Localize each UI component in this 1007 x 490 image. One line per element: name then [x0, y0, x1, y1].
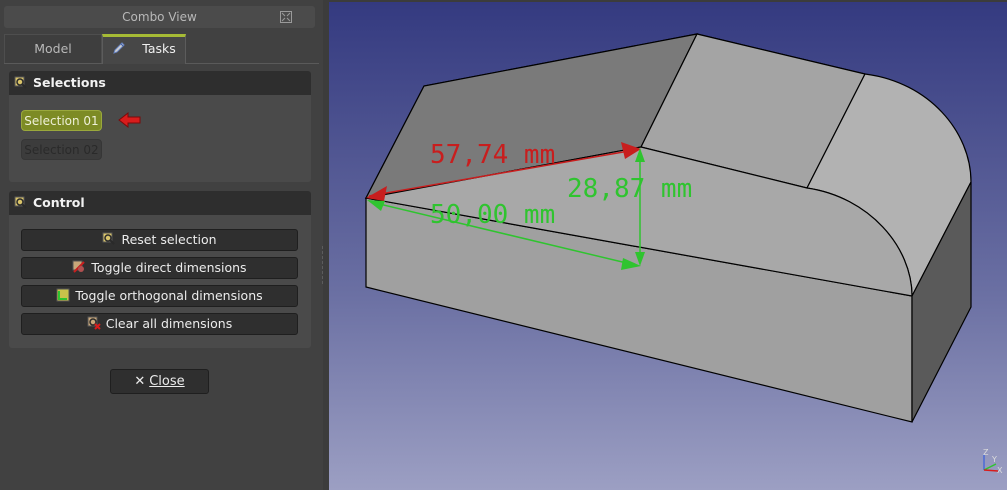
toggle-direct-icon — [72, 260, 86, 273]
toggle-direct-dimensions-button[interactable]: Toggle direct dimensions — [21, 257, 298, 279]
axis-z-label: Z — [983, 448, 989, 457]
toggle-orthogonal-dimensions-button[interactable]: Toggle orthogonal dimensions — [21, 285, 298, 307]
close-x-icon: ✕ — [134, 374, 146, 389]
clear-all-dimensions-button[interactable]: Clear all dimensions — [21, 313, 298, 335]
arrow-left-icon — [118, 112, 141, 128]
clear-dimensions-icon — [87, 316, 101, 330]
dimension-label-vertical: 28,87 mm — [567, 174, 692, 204]
selections-panel: Selections Selection 01 Selection 02 — [9, 71, 311, 182]
selection-01-button[interactable]: Selection 01 — [21, 110, 102, 131]
combo-view-panel: Combo View Model Tasks Selections Select… — [0, 0, 323, 490]
3d-scene: 57,74 mm 28,87 mm 50,00 mm Z Y X — [364, 33, 1003, 475]
pencil-icon — [113, 42, 125, 54]
tab-model[interactable]: Model — [4, 34, 102, 63]
control-title: Control — [33, 195, 85, 210]
dimension-label-horizontal: 50,00 mm — [430, 200, 555, 230]
axis-y-label: Y — [991, 455, 997, 464]
tab-bar: Model Tasks — [4, 34, 319, 64]
combo-view-title: Combo View — [122, 10, 197, 24]
axis-cross-icon: Z Y X — [983, 448, 1003, 475]
panel-splitter[interactable] — [322, 246, 324, 284]
measure-icon — [14, 76, 27, 89]
close-button[interactable]: ✕ Close — [110, 369, 209, 394]
selection-02-button[interactable]: Selection 02 — [21, 139, 102, 160]
3d-viewport[interactable]: 57,74 mm 28,87 mm 50,00 mm Z Y X — [329, 2, 1007, 490]
axis-x-label: X — [997, 466, 1003, 475]
reset-selection-label: Reset selection — [121, 232, 217, 247]
control-panel: Control Reset selection Toggle direct di… — [9, 191, 311, 348]
reset-selection-icon — [102, 232, 116, 245]
tab-tasks-label: Tasks — [142, 41, 176, 56]
close-label: Close — [149, 374, 185, 389]
toggle-orthogonal-icon — [56, 288, 70, 302]
toggle-direct-label: Toggle direct dimensions — [91, 260, 247, 275]
dimension-label-direct: 57,74 mm — [430, 140, 555, 170]
selections-title: Selections — [33, 75, 106, 90]
tab-tasks[interactable]: Tasks — [102, 34, 186, 64]
control-header: Control — [9, 191, 311, 215]
selections-header: Selections — [9, 71, 311, 95]
float-panel-icon[interactable] — [279, 10, 293, 24]
reset-selection-button[interactable]: Reset selection — [21, 229, 298, 251]
clear-all-label: Clear all dimensions — [105, 316, 233, 331]
combo-view-titlebar: Combo View — [4, 6, 315, 28]
measure-icon — [14, 196, 27, 209]
toggle-orthogonal-label: Toggle orthogonal dimensions — [75, 288, 263, 303]
